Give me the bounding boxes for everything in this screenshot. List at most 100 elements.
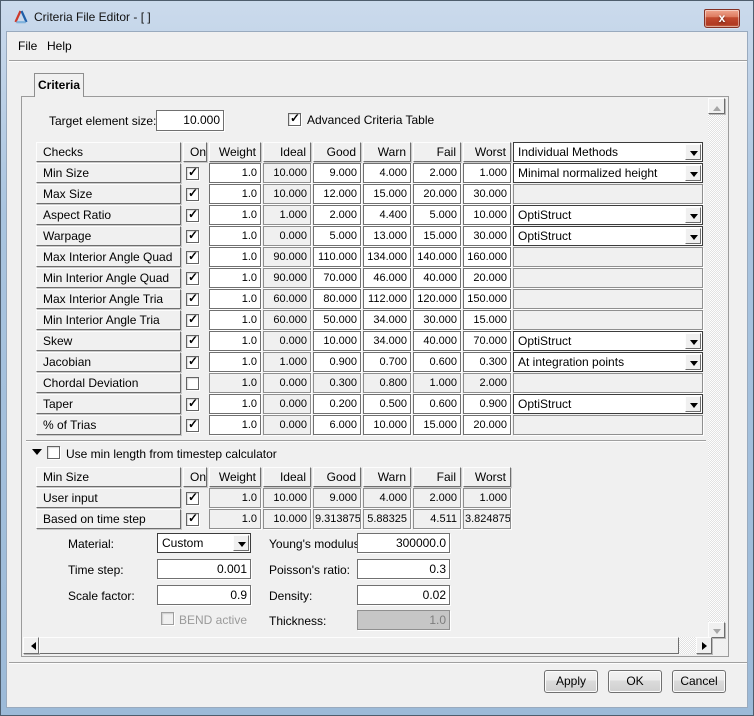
cell-worst[interactable]: 0.300 xyxy=(463,352,511,372)
cell-good[interactable]: 9.000 xyxy=(313,163,361,183)
ts-column-header-on[interactable]: On xyxy=(183,467,207,487)
row-label-button[interactable]: Skew xyxy=(36,331,181,351)
horizontal-scrollbar-thumb[interactable] xyxy=(39,637,679,654)
method-combobox-dropdown-arrow-icon[interactable] xyxy=(685,207,701,223)
cell-worst[interactable]: 0.900 xyxy=(463,394,511,414)
cell-worst[interactable]: 20.000 xyxy=(463,415,511,435)
method-combobox-dropdown-arrow-icon[interactable] xyxy=(685,228,701,244)
titlebar[interactable]: Criteria File Editor - [ ] x xyxy=(2,2,752,31)
method-combobox-dropdown-arrow-icon[interactable] xyxy=(685,354,701,370)
horizontal-scrollbar[interactable] xyxy=(23,637,712,654)
target-element-size-input[interactable]: 10.000 xyxy=(156,110,224,131)
cell-worst[interactable]: 70.000 xyxy=(463,331,511,351)
column-header-weight[interactable]: Weight xyxy=(209,142,261,162)
advanced-criteria-checkbox[interactable] xyxy=(288,113,301,126)
cell-warn[interactable]: 15.000 xyxy=(363,184,411,204)
ts-column-header-ideal[interactable]: Ideal xyxy=(263,467,311,487)
cell-fail[interactable]: 40.000 xyxy=(413,331,461,351)
column-header-good[interactable]: Good xyxy=(313,142,361,162)
cell-weight[interactable]: 1.0 xyxy=(209,205,261,225)
cell-good[interactable]: 2.000 xyxy=(313,205,361,225)
cell-good[interactable]: 10.000 xyxy=(313,331,361,351)
row-label-button[interactable]: Chordal Deviation xyxy=(36,373,181,393)
cell-fail[interactable]: 15.000 xyxy=(413,415,461,435)
ts-on-checkbox[interactable] xyxy=(186,513,199,526)
on-checkbox[interactable] xyxy=(186,188,199,201)
cell-fail[interactable]: 2.000 xyxy=(413,163,461,183)
row-label-button[interactable]: Max Interior Angle Quad xyxy=(36,247,181,267)
row-label-button[interactable]: Jacobian xyxy=(36,352,181,372)
row-label-button[interactable]: Taper xyxy=(36,394,181,414)
ts-row-label-button[interactable]: User input xyxy=(36,488,181,508)
ts-column-header-warn[interactable]: Warn xyxy=(363,467,411,487)
cell-warn[interactable]: 4.400 xyxy=(363,205,411,225)
material-dropdown-arrow-icon[interactable] xyxy=(233,535,249,551)
cell-good[interactable]: 110.000 xyxy=(313,247,361,267)
method-header-combobox[interactable]: Individual Methods xyxy=(513,142,703,162)
cell-warn[interactable]: 13.000 xyxy=(363,226,411,246)
cell-weight[interactable]: 1.0 xyxy=(209,184,261,204)
row-label-button[interactable]: Max Interior Angle Tria xyxy=(36,289,181,309)
youngs-modulus-input[interactable]: 300000.0 xyxy=(357,533,450,553)
ts-column-header-weight[interactable]: Weight xyxy=(209,467,261,487)
on-checkbox[interactable] xyxy=(186,272,199,285)
scale-factor-input[interactable]: 0.9 xyxy=(157,585,251,605)
menu-file[interactable]: File xyxy=(18,39,37,53)
column-header-fail[interactable]: Fail xyxy=(413,142,461,162)
cell-warn[interactable]: 134.000 xyxy=(363,247,411,267)
time-step-input[interactable]: 0.001 xyxy=(157,559,251,579)
cell-weight[interactable]: 1.0 xyxy=(209,226,261,246)
method-combobox[interactable]: OptiStruct xyxy=(513,394,703,414)
ts-column-header-good[interactable]: Good xyxy=(313,467,361,487)
method-header-combobox-dropdown-arrow-icon[interactable] xyxy=(685,144,701,160)
on-checkbox[interactable] xyxy=(186,335,199,348)
cell-fail[interactable]: 40.000 xyxy=(413,268,461,288)
use-min-length-checkbox[interactable] xyxy=(47,446,60,459)
collapse-triangle-icon[interactable] xyxy=(32,449,42,460)
row-label-button[interactable]: % of Trias xyxy=(36,415,181,435)
cell-worst[interactable]: 150.000 xyxy=(463,289,511,309)
cell-warn[interactable]: 4.000 xyxy=(363,163,411,183)
cell-warn[interactable]: 46.000 xyxy=(363,268,411,288)
ts-column-header-minsize[interactable]: Min Size xyxy=(36,467,181,487)
menu-help[interactable]: Help xyxy=(47,39,72,53)
on-checkbox[interactable] xyxy=(186,356,199,369)
poissons-ratio-input[interactable]: 0.3 xyxy=(357,559,450,579)
on-checkbox[interactable] xyxy=(186,398,199,411)
row-label-button[interactable]: Aspect Ratio xyxy=(36,205,181,225)
close-button[interactable]: x xyxy=(704,9,740,28)
column-header-warn[interactable]: Warn xyxy=(363,142,411,162)
cell-warn[interactable]: 34.000 xyxy=(363,331,411,351)
cell-worst[interactable]: 10.000 xyxy=(463,205,511,225)
cell-fail[interactable]: 0.600 xyxy=(413,352,461,372)
cell-fail[interactable]: 15.000 xyxy=(413,226,461,246)
on-checkbox[interactable] xyxy=(186,167,199,180)
cell-fail[interactable]: 20.000 xyxy=(413,184,461,204)
cell-worst[interactable]: 20.000 xyxy=(463,268,511,288)
cell-warn[interactable]: 0.700 xyxy=(363,352,411,372)
cell-warn[interactable]: 10.000 xyxy=(363,415,411,435)
cell-fail[interactable]: 140.000 xyxy=(413,247,461,267)
cell-good[interactable]: 12.000 xyxy=(313,184,361,204)
cell-warn[interactable]: 34.000 xyxy=(363,310,411,330)
scroll-left-button[interactable] xyxy=(23,637,39,654)
row-label-button[interactable]: Min Size xyxy=(36,163,181,183)
cell-weight[interactable]: 1.0 xyxy=(209,310,261,330)
cell-good[interactable]: 70.000 xyxy=(313,268,361,288)
ts-column-header-worst[interactable]: Worst xyxy=(463,467,511,487)
method-combobox[interactable]: OptiStruct xyxy=(513,226,703,246)
row-label-button[interactable]: Warpage xyxy=(36,226,181,246)
method-combobox-dropdown-arrow-icon[interactable] xyxy=(685,165,701,181)
cell-weight[interactable]: 1.0 xyxy=(209,268,261,288)
cell-weight[interactable]: 1.0 xyxy=(209,352,261,372)
on-checkbox[interactable] xyxy=(186,293,199,306)
row-label-button[interactable]: Max Size xyxy=(36,184,181,204)
cell-weight[interactable]: 1.0 xyxy=(209,289,261,309)
cell-warn[interactable]: 0.500 xyxy=(363,394,411,414)
cell-good[interactable]: 5.000 xyxy=(313,226,361,246)
method-combobox-dropdown-arrow-icon[interactable] xyxy=(685,333,701,349)
on-checkbox[interactable] xyxy=(186,251,199,264)
row-label-button[interactable]: Min Interior Angle Tria xyxy=(36,310,181,330)
cell-worst[interactable]: 160.000 xyxy=(463,247,511,267)
cell-good[interactable]: 80.000 xyxy=(313,289,361,309)
